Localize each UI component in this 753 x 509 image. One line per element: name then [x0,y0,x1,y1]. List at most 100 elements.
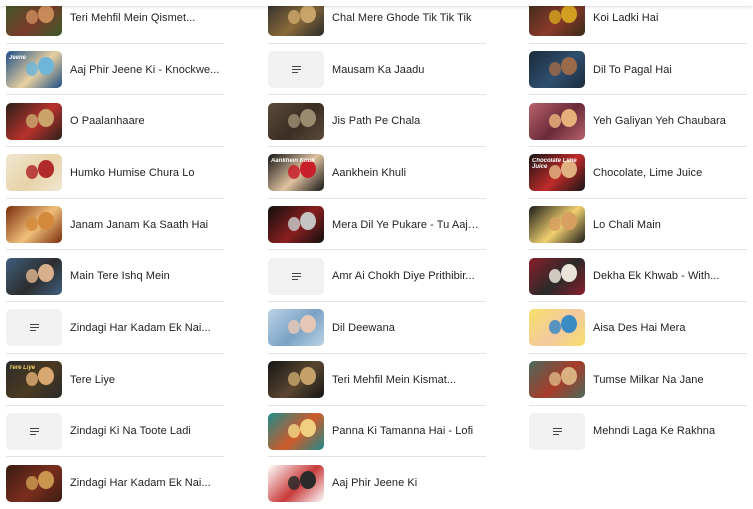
song-title[interactable]: Dil To Pagal Hai [593,63,672,77]
song-title[interactable]: Janam Janam Ka Saath Hai [70,218,208,232]
song-thumbnail[interactable] [6,206,62,244]
song-list-item[interactable]: Panna Ki Tamanna Hai - Lofi [268,406,488,458]
thumbnail-figure [300,108,316,127]
song-list-item[interactable]: Zindagi Har Kadam Ek Nai... [6,302,226,354]
song-list-item[interactable]: Dil To Pagal Hai [529,44,749,96]
thumbnail-figure [38,57,54,76]
song-thumbnail[interactable] [529,257,585,295]
song-title[interactable]: Tere Liye [70,373,115,387]
thumbnail-figure [38,263,54,282]
song-thumbnail[interactable]: Aankhein Khuli [268,154,324,192]
song-title[interactable]: Aaj Phir Jeene Ki - Knockwe... [70,63,219,77]
song-thumbnail[interactable] [268,206,324,244]
song-list-item[interactable]: Jis Path Pe Chala [268,95,488,147]
song-title[interactable]: Panna Ki Tamanna Hai - Lofi [332,424,473,438]
thumbnail-figure [549,320,561,335]
song-title[interactable]: Mera Dil Ye Pukare - Tu Aaja... [332,218,482,232]
playlist-placeholder-thumbnail[interactable] [6,309,62,347]
song-list-item[interactable]: Lo Chali Main [529,199,749,251]
song-list-item[interactable]: Jeene Aaj Phir Jeene Ki - Knockwe... [6,44,226,96]
song-thumbnail[interactable] [6,102,62,140]
song-list-item[interactable]: Teri Mehfil Mein Qismet... [6,0,226,44]
song-title[interactable]: Mehndi Laga Ke Rakhna [593,424,715,438]
thumbnail-figure [288,165,300,180]
song-list-item[interactable]: Tumse Milkar Na Jane [529,354,749,406]
playlist-placeholder-thumbnail[interactable] [529,412,585,450]
song-list-item[interactable]: Aisa Des Hai Mera [529,302,749,354]
thumbnail-figure [561,367,577,386]
thumbnail-figure [26,268,38,283]
song-title[interactable]: Aisa Des Hai Mera [593,321,686,335]
song-list-item[interactable]: Zindagi Ki Na Toote Ladi [6,406,226,458]
song-thumbnail[interactable] [268,361,324,399]
song-list-item[interactable]: Teri Mehfil Mein Kismat... [268,354,488,406]
song-list-item[interactable]: Humko Humise Chura Lo [6,147,226,199]
song-list-item[interactable]: Aaj Phir Jeene Ki [268,457,488,509]
song-title[interactable]: Teri Mehfil Mein Qismet... [70,11,195,25]
thumbnail-figure [38,160,54,179]
playlist-placeholder-thumbnail[interactable] [6,412,62,450]
song-column: Chal Mere Ghode Tik Tik Tik Mausam Ka Jaa… [268,0,488,509]
playlist-placeholder-thumbnail[interactable] [268,51,324,89]
song-title[interactable]: Lo Chali Main [593,218,661,232]
song-thumbnail[interactable] [268,102,324,140]
song-title[interactable]: Jis Path Pe Chala [332,114,420,128]
song-list-item[interactable]: Dil Deewana [268,302,488,354]
song-title[interactable]: Main Tere Ishq Mein [70,269,170,283]
song-title[interactable]: Teri Mehfil Mein Kismat... [332,373,456,387]
song-list-item[interactable]: Yeh Galiyan Yeh Chaubara [529,95,749,147]
song-title[interactable]: Yeh Galiyan Yeh Chaubara [593,114,726,128]
song-thumbnail[interactable] [6,154,62,192]
song-title[interactable]: Chocolate, Lime Juice [593,166,702,180]
song-list-item[interactable]: Zindagi Har Kadam Ek Nai... [6,457,226,509]
thumbnail-figure [549,113,561,128]
song-title[interactable]: Zindagi Ki Na Toote Ladi [70,424,191,438]
song-title[interactable]: Dekha Ek Khwab - With... [593,269,720,283]
song-list-item[interactable]: Main Tere Ishq Mein [6,250,226,302]
song-thumbnail[interactable] [268,412,324,450]
song-thumbnail[interactable] [529,361,585,399]
song-thumbnail[interactable] [529,102,585,140]
song-thumbnail[interactable] [268,464,324,502]
song-list-item[interactable]: Dekha Ek Khwab - With... [529,250,749,302]
song-list-item[interactable]: Chocolate Lime Juice Chocolate, Lime Juic… [529,147,749,199]
song-thumbnail[interactable] [6,257,62,295]
song-list-item[interactable]: Aankhein Khuli Aankhein Khuli [268,147,488,199]
thumbnail-figure [288,423,300,438]
song-list-item[interactable]: Amr Ai Chokh Diye Prithibir... [268,250,488,302]
song-title[interactable]: Aankhein Khuli [332,166,406,180]
song-list-item[interactable]: Janam Janam Ka Saath Hai [6,199,226,251]
song-list-item[interactable]: Mausam Ka Jaadu [268,44,488,96]
song-title[interactable]: Amr Ai Chokh Diye Prithibir... [332,269,475,283]
thumbnail-figure [26,113,38,128]
song-title[interactable]: Dil Deewana [332,321,395,335]
song-list-item[interactable]: Mera Dil Ye Pukare - Tu Aaja... [268,199,488,251]
list-icon [291,66,301,74]
thumbnail-figure [38,5,54,24]
song-title[interactable]: Tumse Milkar Na Jane [593,373,704,387]
song-title[interactable]: Zindagi Har Kadam Ek Nai... [70,321,211,335]
song-list-item[interactable]: Koi Ladki Hai [529,0,749,44]
song-title[interactable]: Mausam Ka Jaadu [332,63,424,77]
song-title[interactable]: Humko Humise Chura Lo [70,166,195,180]
song-list-item[interactable]: Tere Liye Tere Liye [6,354,226,406]
song-thumbnail[interactable]: Tere Liye [6,361,62,399]
song-title[interactable]: O Paalanhaare [70,114,145,128]
thumbnail-caption: Jeene [9,55,27,62]
thumbnail-figure [38,367,54,386]
song-thumbnail[interactable] [529,51,585,89]
song-thumbnail[interactable]: Jeene [6,51,62,89]
song-thumbnail[interactable]: Chocolate Lime Juice [529,154,585,192]
song-thumbnail[interactable] [529,206,585,244]
song-title[interactable]: Aaj Phir Jeene Ki [332,476,417,490]
playlist-placeholder-thumbnail[interactable] [268,257,324,295]
song-title[interactable]: Zindagi Har Kadam Ek Nai... [70,476,211,490]
song-thumbnail[interactable] [529,309,585,347]
song-title[interactable]: Chal Mere Ghode Tik Tik Tik [332,11,472,25]
song-list-item[interactable]: Mehndi Laga Ke Rakhna [529,406,749,458]
song-title[interactable]: Koi Ladki Hai [593,11,658,25]
song-list-item[interactable]: Chal Mere Ghode Tik Tik Tik [268,0,488,44]
song-thumbnail[interactable] [6,464,62,502]
song-thumbnail[interactable] [268,309,324,347]
song-list-item[interactable]: O Paalanhaare [6,95,226,147]
